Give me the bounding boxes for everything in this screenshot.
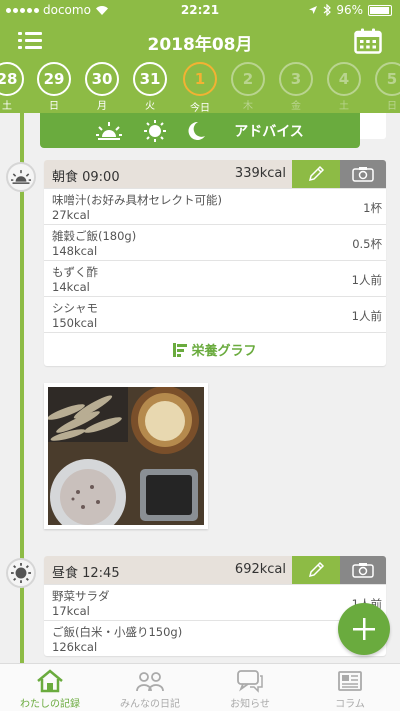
- meal-photo[interactable]: [44, 383, 208, 529]
- status-bar: docomo 22:21 96%: [0, 0, 400, 20]
- food-row[interactable]: ご飯(白米・小盛り150g) 126kcal: [44, 620, 386, 656]
- camera-icon: [352, 563, 374, 578]
- day-item[interactable]: 28 土: [0, 62, 24, 112]
- edit-button[interactable]: [292, 160, 340, 188]
- home-icon: [37, 669, 63, 693]
- meal-header: 昼食 12:45 692kcal: [44, 556, 386, 584]
- tab-bar: わたしの記録 みんなの日記 お知らせ コラム: [0, 663, 400, 711]
- camera-icon: [352, 167, 374, 182]
- bluetooth-icon: [323, 4, 332, 16]
- food-row[interactable]: シシャモ 150kcal 1人前: [44, 296, 386, 332]
- lunch-marker: [6, 558, 36, 588]
- food-row[interactable]: 味噌汁(お好み具材セレクト可能) 27kcal 1杯: [44, 188, 386, 224]
- tab-column[interactable]: コラム: [300, 664, 400, 711]
- nutrition-graph-label: 栄養グラフ: [191, 344, 257, 359]
- camera-button[interactable]: [340, 556, 386, 584]
- camera-button[interactable]: [340, 160, 386, 188]
- add-meal-button[interactable]: [338, 603, 390, 655]
- meal-timeline[interactable]: アドバイス 朝食 09:00 339kcal 味噌汁(お好み具材セレクト可能) …: [0, 113, 400, 663]
- meal-kcal: 339kcal: [234, 166, 286, 181]
- newspaper-icon: [338, 671, 362, 691]
- day-item[interactable]: 3金: [279, 62, 313, 112]
- food-row[interactable]: もずく酢 14kcal 1人前: [44, 260, 386, 296]
- tab-label: コラム: [335, 699, 365, 710]
- breakfast-marker: [6, 162, 36, 192]
- day-item[interactable]: 31 火: [133, 62, 167, 112]
- location-icon: [309, 6, 318, 14]
- pencil-icon: [308, 165, 325, 182]
- day-item[interactable]: 30 月: [85, 62, 119, 112]
- tab-everyones-diary[interactable]: みんなの日記: [100, 664, 200, 711]
- tab-my-records[interactable]: わたしの記録: [0, 664, 100, 711]
- plus-icon: [353, 618, 375, 640]
- advice-button[interactable]: アドバイス: [40, 113, 360, 148]
- moon-icon: [188, 121, 206, 140]
- advice-label: アドバイス: [234, 123, 304, 140]
- food-row[interactable]: 雑穀ご飯(180g) 148kcal 0.5杯: [44, 224, 386, 260]
- edit-button[interactable]: [292, 556, 340, 584]
- tab-label: お知らせ: [230, 699, 270, 710]
- chat-icon: [237, 670, 263, 693]
- day-item[interactable]: 2木: [231, 62, 265, 112]
- nutrition-graph-icon: [173, 342, 188, 357]
- day-item[interactable]: 29 日: [37, 62, 71, 112]
- day-item[interactable]: 5日: [375, 62, 400, 112]
- sun-icon: [144, 119, 167, 142]
- date-strip: 28 土 29 日 30 月 31 火 1 今日 2木 3金 4土 5日: [0, 62, 400, 116]
- pencil-icon: [308, 561, 325, 578]
- tab-label: わたしの記録: [20, 699, 80, 710]
- sunrise-icon: [96, 121, 123, 140]
- month-title: 2018年08月: [147, 35, 253, 55]
- day-item[interactable]: 4土: [327, 62, 361, 112]
- calendar-icon[interactable]: [354, 28, 382, 54]
- lunch-card: 昼食 12:45 692kcal 野菜サラダ 17kcal 1人前 ご飯(白米・…: [44, 556, 386, 656]
- meal-title: 朝食 09:00: [52, 170, 120, 185]
- sun-icon: [11, 563, 31, 583]
- meal-title: 昼食 12:45: [52, 566, 120, 581]
- sunrise-icon: [11, 170, 31, 184]
- food-row[interactable]: 野菜サラダ 17kcal 1人前: [44, 584, 386, 620]
- breakfast-card: 朝食 09:00 339kcal 味噌汁(お好み具材セレクト可能) 27kcal…: [44, 160, 386, 366]
- tab-notifications[interactable]: お知らせ: [200, 664, 300, 711]
- day-item-today[interactable]: 1 今日: [183, 62, 217, 116]
- battery-icon: [368, 4, 392, 16]
- people-icon: [136, 672, 164, 692]
- tab-label: みんなの日記: [120, 699, 180, 710]
- meal-header: 朝食 09:00 339kcal: [44, 160, 386, 188]
- app-header: docomo 22:21 96% 2018年08月 28 土 29 日 30 月 31…: [0, 0, 400, 116]
- meal-photo-image: [48, 387, 204, 525]
- nutrition-graph-button[interactable]: 栄養グラフ: [44, 332, 386, 366]
- meal-kcal: 692kcal: [234, 562, 286, 577]
- battery-percent: 96%: [336, 3, 363, 17]
